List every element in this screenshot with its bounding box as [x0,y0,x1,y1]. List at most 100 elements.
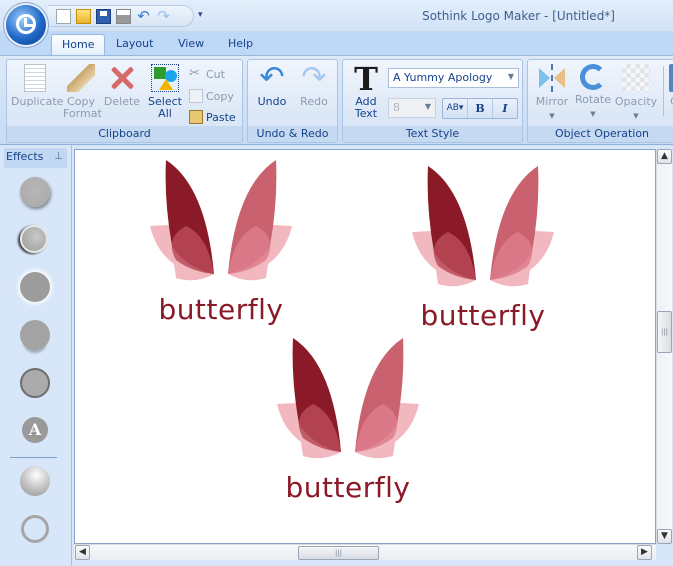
horizontal-scrollbar[interactable]: ◀ ||| ▶ [74,544,656,560]
delete-button[interactable]: Delete [103,64,141,108]
copy-format-button[interactable]: Copy Format [63,64,102,120]
italic-button[interactable]: I [493,99,517,118]
effect-outline[interactable] [21,515,49,543]
clipboard-group: Duplicate Copy Format Delete Select All … [6,59,243,143]
tab-help[interactable]: Help [218,34,263,55]
undo-redo-group: ↶ Undo ↷ Redo Undo & Redo [247,59,338,143]
mirror-label: Mirror [535,95,569,108]
letter-spacing-button[interactable]: AB▾ [443,99,468,118]
logo-text[interactable]: butterfly [146,293,296,326]
group-separator [663,66,664,116]
text-style-group-label: Text Style [343,126,522,142]
delete-icon [108,64,136,92]
effect-gradient[interactable] [20,466,50,496]
chevron-down-icon: ▼ [424,102,431,111]
tab-view[interactable]: View [168,34,214,55]
effects-title: Effects [6,150,44,163]
effect-shadow[interactable] [20,177,50,207]
duplicate-icon [24,64,46,92]
tab-layout[interactable]: Layout [106,34,163,55]
chevron-down-icon: ▼ [549,112,555,120]
object-operation-group-label: Object Operation [528,126,673,142]
rotate-label: Rotate [574,93,611,106]
select-all-button[interactable]: Select All [145,64,185,120]
butterfly-icon [277,338,419,459]
font-family-select[interactable]: A Yummy Apology ▼ [388,68,519,88]
tab-home[interactable]: Home [51,34,106,55]
text-format-buttons: AB▾ B I [442,98,518,119]
redo-arrow-icon: ↷ [301,60,327,95]
butterfly-logo[interactable]: butterfly [146,156,296,336]
butterfly-logo[interactable]: butterfly [273,334,423,514]
effect-bevel[interactable] [20,225,48,253]
clock-logo-icon [16,14,36,34]
design-canvas[interactable]: butterfly butterfly butterfly [74,149,656,544]
effects-divider [10,457,57,458]
format-brush-icon [67,64,95,92]
paste-button[interactable]: Paste [189,110,236,124]
opacity-checker-icon [622,64,650,92]
undo-redo-group-label: Undo & Redo [248,126,337,142]
copy-label: Copy [206,89,234,103]
app-menu-button[interactable] [6,5,46,45]
canvas-frame: butterfly butterfly butterfly ▲ ||| ▼ ◀ … [72,145,673,566]
undo-button[interactable]: ↶ Undo [253,60,291,108]
opacity-button[interactable]: Opacity ▼ [614,64,658,122]
text-t-icon: T [354,60,378,98]
chevron-down-icon: ▼ [633,112,639,120]
duplicate-button[interactable]: Duplicate [11,64,63,108]
duplicate-label: Duplicate [11,95,64,108]
effect-stroke[interactable] [20,368,50,398]
logo-text[interactable]: butterfly [408,299,558,332]
butterfly-icon [150,160,292,281]
title-bar: ↶ ↷ ▾ Sothink Logo Maker - [Untitled*] [0,0,673,32]
group-icon [669,64,673,92]
scroll-left-button[interactable]: ◀ [75,545,90,560]
ribbon-tabs: Home Layout View Help [0,32,673,55]
font-size-value: 8 [393,101,400,114]
horizontal-scroll-thumb[interactable]: ||| [298,546,379,560]
cut-button[interactable]: ✂ Cut [189,67,225,81]
window-title: Sothink Logo Maker - [Untitled*] [422,9,615,23]
delete-label: Delete [103,95,141,108]
copy-format-label-2: Format [63,107,102,120]
copy-button[interactable]: Copy [189,89,234,103]
undo-label: Undo [257,95,287,108]
vertical-scrollbar[interactable]: ▲ ||| ▼ [656,149,672,544]
effect-reflection[interactable] [20,320,50,350]
chevron-down-icon: ▼ [507,72,514,81]
paste-label: Paste [206,110,236,124]
chevron-down-icon: ▼ [590,110,596,118]
bold-button[interactable]: B [468,99,493,118]
effect-text[interactable]: A [22,417,48,443]
scissors-icon: ✂ [189,66,200,81]
ribbon: Duplicate Copy Format Delete Select All … [0,55,673,145]
add-text-button[interactable]: T Add Text [347,60,385,120]
effects-panel-header: Effects ⊥ [4,148,67,168]
more-operation-button[interactable]: C [667,64,673,108]
opacity-label: Opacity [614,95,658,108]
font-size-select[interactable]: 8 ▼ [388,98,436,118]
scroll-right-button[interactable]: ▶ [637,545,652,560]
mirror-button[interactable]: Mirror ▼ [532,64,572,122]
pin-icon[interactable]: ⊥ [54,148,63,166]
butterfly-icon [412,166,554,287]
effect-glow[interactable] [20,272,50,302]
vertical-scroll-thumb[interactable]: ||| [657,311,672,353]
logo-text[interactable]: butterfly [273,471,423,504]
redo-button[interactable]: ↷ Redo [295,60,333,108]
rotate-icon [580,64,606,90]
letter-spacing-icon: AB [446,103,459,113]
clipboard-paste-icon [189,110,203,124]
undo-arrow-icon: ↶ [259,60,285,95]
rotate-button[interactable]: Rotate ▼ [573,64,613,120]
cut-label: Cut [206,67,225,81]
select-all-label-2: All [158,107,172,120]
object-operation-group: Mirror ▼ Rotate ▼ Opacity ▼ C Object Ope… [527,59,673,143]
effects-panel: Effects ⊥ A [0,145,72,566]
mirror-icon [538,64,566,92]
scroll-up-button[interactable]: ▲ [657,149,672,164]
scroll-down-button[interactable]: ▼ [657,529,672,544]
font-family-value: A Yummy Apology [393,71,493,84]
butterfly-logo[interactable]: butterfly [408,162,558,342]
